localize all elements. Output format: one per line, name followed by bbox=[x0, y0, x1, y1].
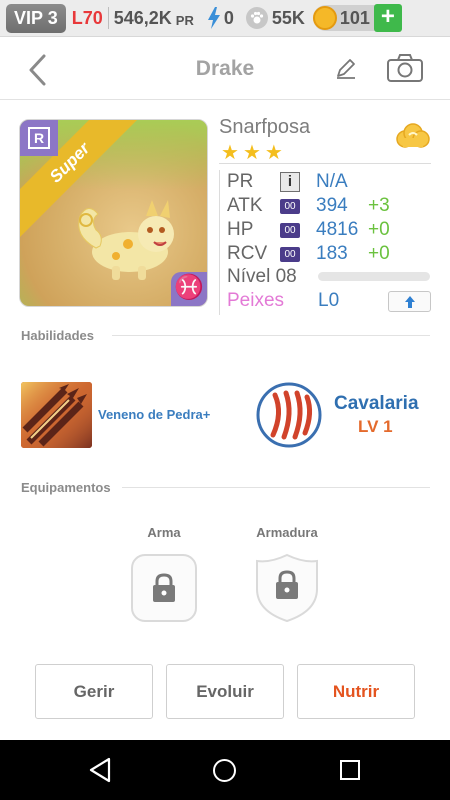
paw-icon bbox=[245, 7, 268, 29]
arma-label: Arma bbox=[147, 525, 181, 540]
stat-label: RCV bbox=[227, 243, 268, 264]
skill-name[interactable]: Veneno de Pedra+ bbox=[98, 407, 210, 422]
energy-counter[interactable]: 0 bbox=[206, 6, 234, 30]
star-icon: ★ bbox=[242, 142, 261, 164]
pet-name: Snarfposa bbox=[219, 116, 311, 138]
section-title-habilidades: Habilidades bbox=[21, 328, 94, 343]
paw-value: 55K bbox=[271, 7, 305, 28]
divider bbox=[107, 7, 109, 29]
lightning-icon bbox=[207, 7, 220, 29]
cloud-element-icon[interactable] bbox=[393, 121, 431, 153]
info-icon[interactable]: i bbox=[280, 172, 300, 192]
coin-value: 101 bbox=[339, 7, 370, 28]
cavalaria-name[interactable]: Cavalaria bbox=[334, 393, 419, 415]
divider bbox=[112, 335, 430, 336]
stat-bonus: +3 bbox=[368, 195, 390, 216]
paw-counter[interactable]: 55K bbox=[245, 7, 305, 29]
power-rating-label: PR bbox=[175, 12, 194, 28]
add-coins-button[interactable]: + bbox=[373, 4, 402, 32]
nav-recent-apps-icon[interactable] bbox=[340, 760, 360, 780]
stat-label: ATK bbox=[227, 195, 263, 216]
divider bbox=[219, 163, 431, 164]
stat-value: 183 bbox=[316, 243, 348, 264]
stat-row-rcv: RCV 00 183 +0 bbox=[227, 242, 390, 266]
armadura-slot[interactable] bbox=[254, 553, 320, 623]
stat-value: 4816 bbox=[316, 219, 359, 240]
claw-cavalaria-icon[interactable] bbox=[255, 381, 323, 449]
stat-value: 394 bbox=[316, 195, 348, 216]
peixes-label: Peixes bbox=[227, 290, 285, 311]
lock-icon bbox=[153, 573, 175, 602]
skill-arrows-icon[interactable] bbox=[21, 382, 92, 448]
header: Drake bbox=[0, 37, 450, 100]
stat-badge: 00 bbox=[280, 222, 300, 238]
stat-row-pr: PR i N/A bbox=[227, 170, 368, 194]
gerir-button[interactable]: Gerir bbox=[35, 664, 153, 719]
nivel-label: Nível 08 bbox=[227, 266, 297, 287]
evoluir-button[interactable]: Evoluir bbox=[166, 664, 284, 719]
divider bbox=[122, 487, 430, 488]
zodiac-pisces-icon: ♓ bbox=[171, 272, 207, 306]
stat-bonus: +0 bbox=[368, 243, 390, 264]
pet-card[interactable]: Super R ♓ bbox=[19, 119, 208, 307]
stat-badge: 00 bbox=[280, 246, 300, 262]
navigation-bar bbox=[0, 740, 450, 800]
nav-home-icon[interactable] bbox=[213, 759, 236, 782]
cavalaria-level: LV 1 bbox=[358, 417, 393, 436]
stats-divider bbox=[219, 170, 220, 315]
pet-creature-image bbox=[78, 200, 174, 280]
stat-row-nivel: Nível 08 bbox=[227, 265, 317, 289]
rarity-badge-label: R bbox=[28, 127, 50, 149]
nutrir-button[interactable]: Nutrir bbox=[297, 664, 415, 719]
arrow-up-icon bbox=[404, 295, 415, 308]
stat-label: HP bbox=[227, 219, 254, 240]
peixes-value: L0 bbox=[318, 290, 340, 311]
power-rating-value: 546,2K bbox=[113, 7, 172, 28]
stat-label: PR bbox=[227, 171, 254, 192]
coin-icon bbox=[312, 6, 337, 30]
energy-value: 0 bbox=[223, 7, 234, 28]
nav-back-icon[interactable] bbox=[88, 757, 112, 783]
star-icon: ★ bbox=[221, 142, 239, 164]
stat-badge: 00 bbox=[280, 198, 300, 214]
stat-row-atk: ATK 00 394 +3 bbox=[227, 194, 390, 218]
page-title: Drake bbox=[195, 57, 255, 80]
stat-value: N/A bbox=[316, 171, 348, 192]
vip-badge[interactable]: VIP 3 bbox=[6, 3, 66, 33]
player-level: L70 bbox=[71, 7, 103, 28]
rarity-badge: R bbox=[20, 120, 58, 156]
camera-icon[interactable] bbox=[386, 53, 424, 83]
status-bar: VIP 3 L70 546,2K PR 0 55K 101 + bbox=[0, 0, 450, 37]
section-title-equipamentos: Equipamentos bbox=[21, 480, 111, 495]
star-icon: ★ bbox=[264, 142, 283, 164]
level-progress-bar bbox=[318, 272, 430, 281]
armadura-label: Armadura bbox=[256, 525, 318, 540]
stat-bonus: +0 bbox=[368, 219, 390, 240]
stat-row-hp: HP 00 4816 +0 bbox=[227, 218, 390, 242]
star-rating: ★ ★ ★ bbox=[221, 140, 283, 165]
upgrade-button[interactable] bbox=[388, 291, 431, 312]
coin-counter[interactable]: 101 + bbox=[312, 4, 402, 32]
arma-slot[interactable] bbox=[131, 554, 197, 622]
pencil-icon[interactable] bbox=[333, 56, 359, 82]
